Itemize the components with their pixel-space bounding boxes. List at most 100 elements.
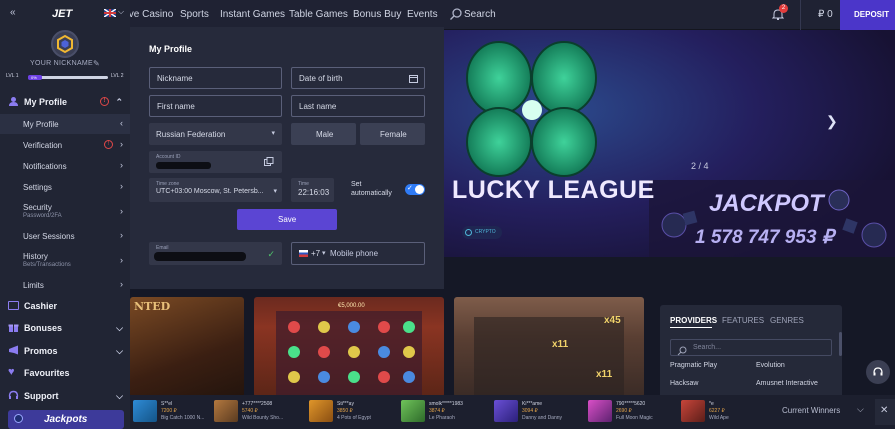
first-name-field[interactable]: First name xyxy=(149,95,282,117)
close-winners-button[interactable]: ✕ xyxy=(875,399,895,425)
balance[interactable]: ₽ 0 xyxy=(818,9,833,20)
game-card-poker[interactable]: x45 x11 x11 xyxy=(454,297,644,397)
winner-thumbnail xyxy=(133,400,157,422)
winner-name: smolk*****1983 xyxy=(429,401,463,407)
headset-icon xyxy=(8,390,19,403)
sidebar-item-my-profile[interactable]: My Profile ! ⌃ xyxy=(0,94,130,112)
winner-game: Wild Bounty Sho... xyxy=(242,415,284,421)
set-automatically-toggle[interactable]: ✓ xyxy=(405,184,425,195)
sidebar-item-cashier[interactable]: Cashier xyxy=(0,298,130,316)
gender-female-button[interactable]: Female xyxy=(360,123,425,145)
sidebar-item-my-profile-sub[interactable]: My Profile ‹ xyxy=(0,114,130,134)
provider-item[interactable]: Amusnet Interactive xyxy=(756,380,818,387)
dob-placeholder: Date of birth xyxy=(299,74,343,83)
winner-item[interactable]: *e 6227 ₽ Wild Ape xyxy=(681,399,773,425)
winner-item[interactable]: +777****2508 5740 ₽ Wild Bounty Sho... xyxy=(214,399,306,425)
edit-icon[interactable]: ✎ xyxy=(93,59,100,68)
sidebar-item-bonuses[interactable]: Bonuses ⌵ xyxy=(0,320,130,338)
sidebar-item-favourites[interactable]: ♥ Favourites xyxy=(0,365,130,383)
chevron-right-icon: › xyxy=(120,139,123,149)
winner-amount: 6227 ₽ xyxy=(709,408,725,414)
winner-item[interactable]: Sti***ay 3850 ₽ 4 Pots of Egypt xyxy=(309,399,401,425)
time-field[interactable]: Time 22:16:03 xyxy=(291,178,334,202)
sidebar-item-label-wrap: Security Password/2FA xyxy=(23,203,62,219)
tab-features[interactable]: FEATURES xyxy=(722,316,764,325)
nav-instant-games[interactable]: Instant Games xyxy=(220,9,285,20)
avatar[interactable] xyxy=(51,30,79,58)
providers-search-input[interactable]: Search... xyxy=(670,339,832,356)
game-card-pyramids[interactable]: €5,000.00 xyxy=(254,297,444,397)
calendar-icon[interactable] xyxy=(409,74,418,85)
winner-item[interactable]: S**el 7200 ₽ Big Catch 1000 N... xyxy=(133,399,225,425)
collapse-sidebar-icon[interactable]: « xyxy=(10,7,16,18)
level-progress-text: 0% xyxy=(31,75,37,80)
sidebar-item-settings[interactable]: Settings › xyxy=(0,178,130,196)
nav-sports[interactable]: Sports xyxy=(180,9,209,20)
winner-thumbnail xyxy=(214,400,238,422)
language-chevron-icon[interactable]: ⌵ xyxy=(118,7,124,17)
phone-code[interactable]: +7 xyxy=(311,249,320,258)
promo-banner[interactable]: LUCKY LEAGUE 2 / 4 ❯ CRYPTO JACKPOT 1 57… xyxy=(444,30,895,257)
winner-item[interactable]: Ki***ame 3094 ₽ Danny and Danny xyxy=(494,399,586,425)
game-card-logo: NTED xyxy=(134,300,171,313)
phone-field[interactable]: +7 ▾ Mobile phone xyxy=(291,242,425,265)
nav-bonus-buy[interactable]: Bonus Buy xyxy=(353,9,401,20)
winner-item[interactable]: smolk*****1983 3874 ₽ Le Pharaoh xyxy=(401,399,493,425)
search-icon xyxy=(677,343,687,361)
sidebar-item-limits[interactable]: Limits › xyxy=(0,276,130,294)
banner-next-arrow[interactable]: ❯ xyxy=(826,113,838,130)
email-field[interactable]: Email ✓ xyxy=(149,242,282,265)
sidebar-item-history[interactable]: History Bets/Transactions › xyxy=(0,249,130,271)
sidebar-item-promos[interactable]: Promos ⌵ xyxy=(0,343,130,361)
providers-scrollbar[interactable] xyxy=(839,332,842,356)
nav-events[interactable]: Events xyxy=(407,9,438,20)
tab-genres[interactable]: GENRES xyxy=(770,316,804,325)
game-card-art-2: x45 x11 x11 xyxy=(474,315,624,397)
banner-artwork xyxy=(444,30,895,257)
chevron-right-icon: › xyxy=(120,279,123,289)
time-value: 22:16:03 xyxy=(298,188,330,197)
sidebar-item-label: Favourites xyxy=(24,368,70,378)
support-chat-button[interactable] xyxy=(866,360,890,384)
nickname-label[interactable]: YOUR NICKNAME xyxy=(30,60,93,67)
uk-flag-icon[interactable] xyxy=(104,9,116,17)
sidebar-item-notifications[interactable]: Notifications › xyxy=(0,157,130,175)
provider-item[interactable]: Hacksaw xyxy=(670,380,698,387)
copy-icon[interactable] xyxy=(264,157,274,169)
alert-icon: ! xyxy=(104,140,113,149)
gender-male-button[interactable]: Male xyxy=(291,123,356,145)
nickname-field[interactable]: Nickname xyxy=(149,67,282,89)
winner-item[interactable]: 790*****5620 2690 ₽ Full Moon Magic xyxy=(588,399,680,425)
notification-badge: 2 xyxy=(779,4,788,13)
winner-thumbnail xyxy=(681,400,705,422)
chevron-down-icon[interactable]: ⌵ xyxy=(857,404,864,415)
provider-item[interactable]: Pragmatic Play xyxy=(670,362,717,369)
sidebar-item-verification[interactable]: Verification ! › xyxy=(0,136,130,154)
sidebar-item-support[interactable]: Support ⌵ xyxy=(0,388,130,406)
sidebar-item-label: Cashier xyxy=(24,301,58,311)
save-button[interactable]: Save xyxy=(237,209,337,230)
game-card-wanted[interactable]: NTED xyxy=(130,297,244,397)
chevron-up-icon: ⌃ xyxy=(115,97,123,107)
sidebar-item-sublabel: Bets/Transactions xyxy=(23,262,71,268)
search-icon[interactable] xyxy=(449,7,463,21)
provider-item[interactable]: Evolution xyxy=(756,362,785,369)
date-of-birth-field[interactable]: Date of birth xyxy=(291,67,425,89)
winner-thumbnail xyxy=(588,400,612,422)
account-id-field[interactable]: Account ID xyxy=(149,151,282,173)
sidebar-item-security[interactable]: Security Password/2FA › xyxy=(0,200,130,222)
chevron-left-icon: ‹ xyxy=(120,118,123,128)
country-select[interactable]: Russian Federation ▾ xyxy=(149,123,282,145)
jackpots-button[interactable]: Jackpots xyxy=(8,410,124,429)
current-winners-label[interactable]: Current Winners xyxy=(782,406,840,415)
sidebar-item-user-sessions[interactable]: User Sessions › xyxy=(0,227,130,245)
sidebar-item-label: Security xyxy=(23,203,52,212)
timezone-select[interactable]: Time zone UTC+03:00 Moscow, St. Petersb.… xyxy=(149,178,282,202)
last-name-field[interactable]: Last name xyxy=(291,95,425,117)
deposit-button[interactable]: DEPOSIT xyxy=(840,0,895,30)
tab-providers[interactable]: PROVIDERS xyxy=(670,316,717,325)
logo[interactable]: JET xyxy=(52,8,72,20)
nav-table-games[interactable]: Table Games xyxy=(289,9,348,20)
search-label[interactable]: Search xyxy=(464,9,496,20)
winner-game: Wild Ape xyxy=(709,415,729,421)
